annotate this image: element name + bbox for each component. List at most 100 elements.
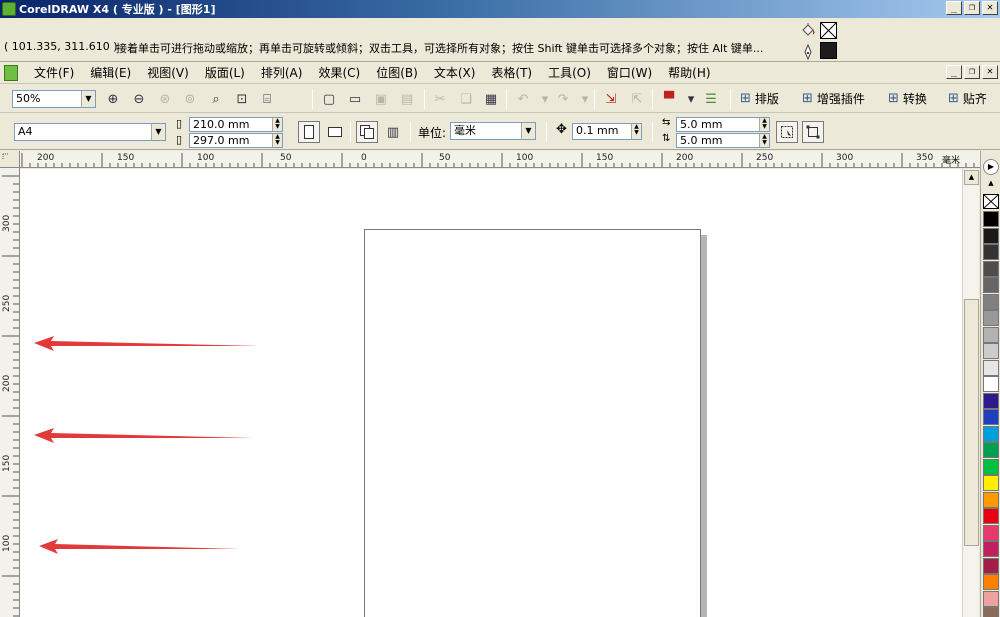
chevron-down-icon[interactable]: ▼ [521, 123, 535, 139]
palette-up-arrow-icon[interactable]: ▲ [983, 179, 999, 191]
color-swatch[interactable] [983, 442, 999, 458]
color-swatch[interactable] [983, 260, 999, 277]
vertical-scrollbar[interactable]: ▲ [962, 169, 979, 617]
menu-effects[interactable]: 效果(C) [310, 64, 368, 81]
color-swatch[interactable] [983, 376, 999, 392]
zoom-page-height-icon[interactable]: ⌸ [258, 90, 276, 108]
chevron-down-icon[interactable]: ▼ [151, 124, 165, 140]
undo-dropdown-icon[interactable]: ▾ [536, 90, 554, 108]
snap-button[interactable]: ⊞ 贴齐 [948, 89, 987, 109]
close-button[interactable]: ✕ [982, 1, 998, 15]
open-folder-icon[interactable]: ▭ [346, 90, 364, 108]
chevron-down-icon[interactable]: ▼ [81, 91, 95, 107]
print-icon[interactable]: ▤ [398, 90, 416, 108]
color-swatch[interactable] [983, 425, 999, 442]
duplicate-y-field[interactable]: 5.0 mm ▲ ▼ [676, 133, 770, 148]
color-swatch[interactable] [983, 574, 999, 590]
menu-edit[interactable]: 编辑(E) [82, 64, 139, 81]
arrange-button[interactable]: ⊞ 排版 [740, 89, 779, 109]
spin-arrows-icon[interactable]: ▲ ▼ [631, 124, 641, 139]
color-swatch[interactable] [983, 326, 999, 343]
menu-help[interactable]: 帮助(H) [660, 64, 718, 81]
color-swatch[interactable] [983, 491, 999, 508]
spin-arrows-icon[interactable]: ▲ ▼ [759, 134, 769, 147]
paper-size-select[interactable]: A4 ▼ [14, 123, 166, 141]
color-swatch[interactable] [983, 458, 999, 475]
color-swatch[interactable] [983, 508, 999, 524]
vertical-ruler[interactable]: 300 250 200 150 100 [0, 168, 20, 617]
undo-icon[interactable]: ↶ [514, 90, 532, 108]
color-swatch[interactable] [983, 293, 999, 310]
export-icon[interactable]: ⇱ [628, 90, 646, 108]
treat-as-filled-button[interactable] [776, 121, 798, 143]
cut-icon[interactable]: ✂ [431, 90, 449, 108]
spin-arrows-icon[interactable]: ▲ ▼ [759, 118, 769, 131]
menu-bitmaps[interactable]: 位图(B) [368, 64, 426, 81]
copy-icon[interactable]: ❏ [457, 90, 475, 108]
color-swatch[interactable] [983, 310, 999, 326]
page-width-field[interactable]: 210.0 mm ▲ ▼ [189, 117, 283, 132]
scrollbar-thumb[interactable] [964, 299, 979, 546]
menu-text[interactable]: 文本(X) [426, 64, 484, 81]
ruler-origin-corner[interactable] [0, 151, 20, 168]
minimize-button[interactable]: _ [946, 1, 962, 15]
menu-window[interactable]: 窗口(W) [599, 64, 660, 81]
spin-arrows-icon[interactable]: ▲ ▼ [272, 134, 282, 147]
menu-file[interactable]: 文件(F) [26, 64, 82, 81]
zoom-selected-icon[interactable]: ⊛ [156, 90, 174, 108]
document-icon[interactable] [4, 64, 18, 81]
menu-table[interactable]: 表格(T) [483, 64, 540, 81]
paste-icon[interactable]: ▦ [482, 90, 500, 108]
color-swatch[interactable] [983, 343, 999, 359]
no-color-swatch[interactable] [983, 194, 999, 209]
import-icon[interactable]: ⇲ [602, 90, 620, 108]
menu-view[interactable]: 视图(V) [139, 64, 197, 81]
color-swatch[interactable] [983, 607, 999, 617]
welcome-screen-icon[interactable]: ☰ [702, 90, 720, 108]
color-swatch[interactable] [983, 359, 999, 376]
scroll-up-button[interactable]: ▲ [964, 170, 979, 185]
duplicate-x-field[interactable]: 5.0 mm ▲ ▼ [676, 117, 770, 132]
color-swatch[interactable] [983, 392, 999, 409]
launcher-dropdown-icon[interactable]: ▾ [682, 90, 700, 108]
drawing-canvas[interactable] [20, 169, 962, 617]
color-swatch[interactable] [983, 244, 999, 260]
color-swatch[interactable] [983, 227, 999, 244]
object-bounding-button[interactable] [802, 121, 824, 143]
doc-close-button[interactable]: ✕ [982, 65, 998, 79]
color-swatch[interactable] [983, 409, 999, 425]
menu-arrange[interactable]: 排列(A) [253, 64, 311, 81]
page-height-field[interactable]: 297.0 mm ▲ ▼ [189, 133, 283, 148]
portrait-button[interactable] [298, 121, 320, 143]
color-swatch[interactable] [983, 475, 999, 491]
spin-arrows-icon[interactable]: ▲ ▼ [272, 118, 282, 131]
doc-restore-button[interactable]: ❐ [964, 65, 980, 79]
horizontal-ruler[interactable]: 200 150 100 50 0 50 100 150 200 250 300 … [20, 151, 980, 168]
zoom-in-icon[interactable]: ⊕ [104, 90, 122, 108]
a4-page[interactable] [364, 229, 701, 617]
new-document-icon[interactable]: ▢ [320, 90, 338, 108]
current-page-icon[interactable]: ▥ [384, 123, 402, 141]
color-swatch[interactable] [983, 557, 999, 574]
redo-dropdown-icon[interactable]: ▾ [576, 90, 594, 108]
menu-layout[interactable]: 版面(L) [197, 64, 253, 81]
zoom-level-select[interactable]: 50% ▼ [12, 90, 96, 108]
zoom-page-icon[interactable]: ⌕ [207, 90, 225, 108]
color-swatch[interactable] [983, 524, 999, 541]
color-swatch[interactable] [983, 211, 999, 227]
all-pages-button[interactable] [356, 121, 378, 143]
zoom-all-objects-icon[interactable]: ⊚ [181, 90, 199, 108]
convert-button[interactable]: ⊞ 转换 [888, 89, 927, 109]
outline-color-swatch[interactable] [820, 42, 837, 59]
restore-button[interactable]: ❐ [964, 1, 980, 15]
fill-color-swatch[interactable] [820, 22, 837, 39]
menu-tools[interactable]: 工具(O) [540, 64, 599, 81]
application-launcher-icon[interactable]: ▀ [660, 90, 678, 108]
units-select[interactable]: 毫米 ▼ [450, 122, 536, 140]
color-swatch[interactable] [983, 277, 999, 293]
color-swatch[interactable] [983, 541, 999, 557]
color-swatch[interactable] [983, 590, 999, 607]
landscape-page-icon[interactable] [326, 123, 344, 141]
palette-scroll-icon[interactable]: ▶ [983, 159, 999, 175]
redo-icon[interactable]: ↷ [554, 90, 572, 108]
